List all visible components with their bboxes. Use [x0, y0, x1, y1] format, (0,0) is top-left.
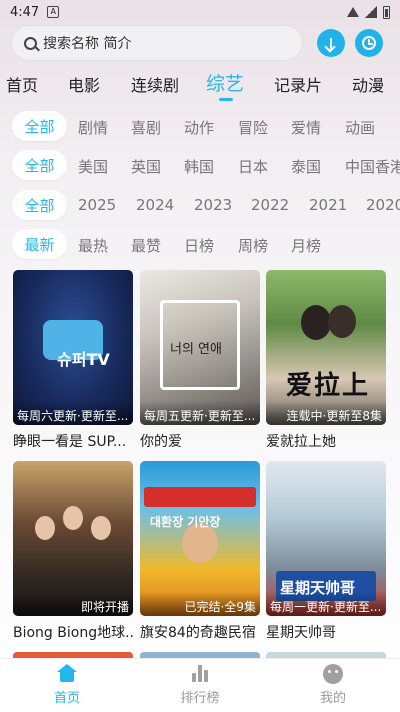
video-title[interactable]: 睁眼一看是 SUP...	[13, 431, 133, 451]
poster-graphic	[301, 305, 331, 340]
history-button[interactable]	[355, 29, 383, 57]
year-filter-2024[interactable]: 2024	[136, 196, 174, 214]
search-row: 搜索名称 简介	[12, 26, 392, 60]
genre-filter-all[interactable]: 全部	[12, 111, 67, 141]
poster-caption: 每周一更新·更新至...	[266, 592, 386, 616]
video-title[interactable]: 你的爱	[140, 431, 260, 451]
region-filter-korea[interactable]: 韩国	[184, 156, 214, 177]
nav-home-label: 首页	[53, 691, 80, 706]
poster-logo-text: 너의 연애	[170, 342, 222, 357]
download-icon	[330, 37, 332, 49]
video-card[interactable]: 슈퍼TV 每周六更新·更新至... 睁眼一看是 SUP...	[13, 270, 133, 451]
nav-ranking-label: 排行榜	[180, 691, 220, 706]
region-filter-uk[interactable]: 英国	[131, 156, 161, 177]
video-title[interactable]: Biong Biong地球...	[13, 622, 133, 642]
sort-filter-latest[interactable]: 最新	[12, 229, 67, 259]
notification-icon: A	[47, 6, 60, 18]
profile-icon	[323, 664, 343, 684]
video-title[interactable]: 爱就拉上她	[266, 431, 386, 451]
poster-caption: 已完结·全9集	[140, 592, 260, 616]
region-filter-thailand[interactable]: 泰国	[291, 156, 321, 177]
poster-caption: 即将开播	[13, 592, 133, 616]
status-bar: 4:47 A	[0, 0, 400, 24]
year-filter-2023[interactable]: 2023	[194, 196, 232, 214]
video-card[interactable]: 대환장 기안장 已完结·全9集 旗安84的奇趣民宿	[140, 461, 260, 642]
sort-filter-most-liked[interactable]: 最赞	[131, 235, 161, 256]
sort-filter-monthly[interactable]: 月榜	[291, 235, 321, 256]
video-title[interactable]: 星期天帅哥	[266, 622, 386, 642]
genre-filter-row: 全部 剧情 喜剧 动作 冒险 爱情 动画	[0, 111, 400, 141]
poster-graphic	[63, 506, 83, 530]
video-card[interactable]: 爱拉上 连载中·更新至8集 爱就拉上她	[266, 270, 386, 451]
search-icon	[24, 36, 37, 50]
tab-anime[interactable]: 动漫	[352, 72, 384, 96]
wifi-icon	[347, 7, 359, 17]
poster-image[interactable]: 星期天帅哥 每周一更新·更新至...	[266, 461, 386, 616]
download-button[interactable]	[317, 29, 345, 57]
year-filter-2021[interactable]: 2021	[309, 196, 347, 214]
home-icon	[57, 664, 77, 682]
year-filter-2022[interactable]: 2022	[251, 196, 289, 214]
poster-image[interactable]: 너의 연애 每周五更新·更新至...	[140, 270, 260, 425]
poster-logo-text: 爱拉上	[286, 371, 371, 401]
video-card[interactable]: 너의 연애 每周五更新·更新至... 你的爱	[140, 270, 260, 451]
poster-image[interactable]: 爱拉上 连载中·更新至8集	[266, 270, 386, 425]
sort-filter-row: 最新 最热 最赞 日榜 周榜 月榜	[0, 229, 400, 259]
poster-graphic	[328, 305, 356, 338]
poster-logo-text: 대환장 기안장	[150, 515, 221, 529]
category-tabs: 首页 电影 连续剧 综艺 记录片 动漫	[0, 68, 400, 104]
region-filter-hongkong[interactable]: 中国香港	[345, 156, 400, 177]
sort-filter-daily[interactable]: 日榜	[184, 235, 214, 256]
search-input[interactable]: 搜索名称 简介	[12, 26, 302, 60]
poster-image[interactable]: 대환장 기안장 已完结·全9集	[140, 461, 260, 616]
clock-icon	[362, 36, 376, 50]
year-filter-row: 全部 2025 2024 2023 2022 2021 2020	[0, 190, 400, 220]
status-icons	[347, 5, 390, 19]
video-card[interactable]: 即将开播 Biong Biong地球...	[13, 461, 133, 642]
poster-graphic	[144, 487, 256, 507]
tab-documentary[interactable]: 记录片	[274, 72, 322, 96]
genre-filter-animation[interactable]: 动画	[345, 117, 375, 138]
nav-profile-label: 我的	[319, 691, 346, 706]
status-time: 4:47	[10, 4, 40, 20]
bar-chart-icon	[190, 664, 210, 682]
poster-image[interactable]: 即将开播	[13, 461, 133, 616]
tab-home[interactable]: 首页	[6, 72, 38, 96]
region-filter-row: 全部 美国 英国 韩国 日本 泰国 中国香港	[0, 150, 400, 180]
sort-filter-hottest[interactable]: 最热	[78, 235, 108, 256]
search-placeholder: 搜索名称 简介	[43, 36, 132, 52]
genre-filter-drama[interactable]: 剧情	[78, 117, 108, 138]
region-filter-us[interactable]: 美国	[78, 156, 108, 177]
nav-home[interactable]: 首页	[27, 664, 107, 706]
poster-caption: 连载中·更新至8集	[266, 401, 386, 425]
year-filter-all[interactable]: 全部	[12, 190, 67, 220]
genre-filter-adventure[interactable]: 冒险	[238, 117, 268, 138]
poster-graphic	[91, 516, 111, 540]
region-filter-japan[interactable]: 日本	[238, 156, 268, 177]
poster-image[interactable]: 슈퍼TV 每周六更新·更新至...	[13, 270, 133, 425]
poster-logo-text: 슈퍼TV	[57, 350, 110, 369]
tab-variety[interactable]: 综艺	[206, 69, 244, 96]
sort-filter-weekly[interactable]: 周榜	[238, 235, 268, 256]
tab-movies[interactable]: 电影	[68, 72, 100, 96]
genre-filter-action[interactable]: 动作	[184, 117, 214, 138]
year-filter-2020[interactable]: 2020	[366, 196, 400, 214]
region-filter-all[interactable]: 全部	[12, 150, 67, 180]
poster-caption: 每周六更新·更新至...	[13, 401, 133, 425]
active-tab-indicator	[219, 98, 233, 101]
signal-icon	[365, 6, 377, 18]
genre-filter-romance[interactable]: 爱情	[291, 117, 321, 138]
battery-icon	[383, 5, 390, 19]
year-filter-2025[interactable]: 2025	[78, 196, 116, 214]
video-card[interactable]: 星期天帅哥 每周一更新·更新至... 星期天帅哥	[266, 461, 386, 642]
nav-profile[interactable]: 我的	[293, 664, 373, 706]
tab-series[interactable]: 连续剧	[131, 72, 179, 96]
poster-caption: 每周五更新·更新至...	[140, 401, 260, 425]
bottom-nav: 首页 排行榜 我的	[0, 658, 400, 712]
genre-filter-comedy[interactable]: 喜剧	[131, 117, 161, 138]
nav-ranking[interactable]: 排行榜	[160, 664, 240, 706]
video-title[interactable]: 旗安84的奇趣民宿	[140, 622, 260, 642]
poster-graphic	[35, 516, 55, 540]
